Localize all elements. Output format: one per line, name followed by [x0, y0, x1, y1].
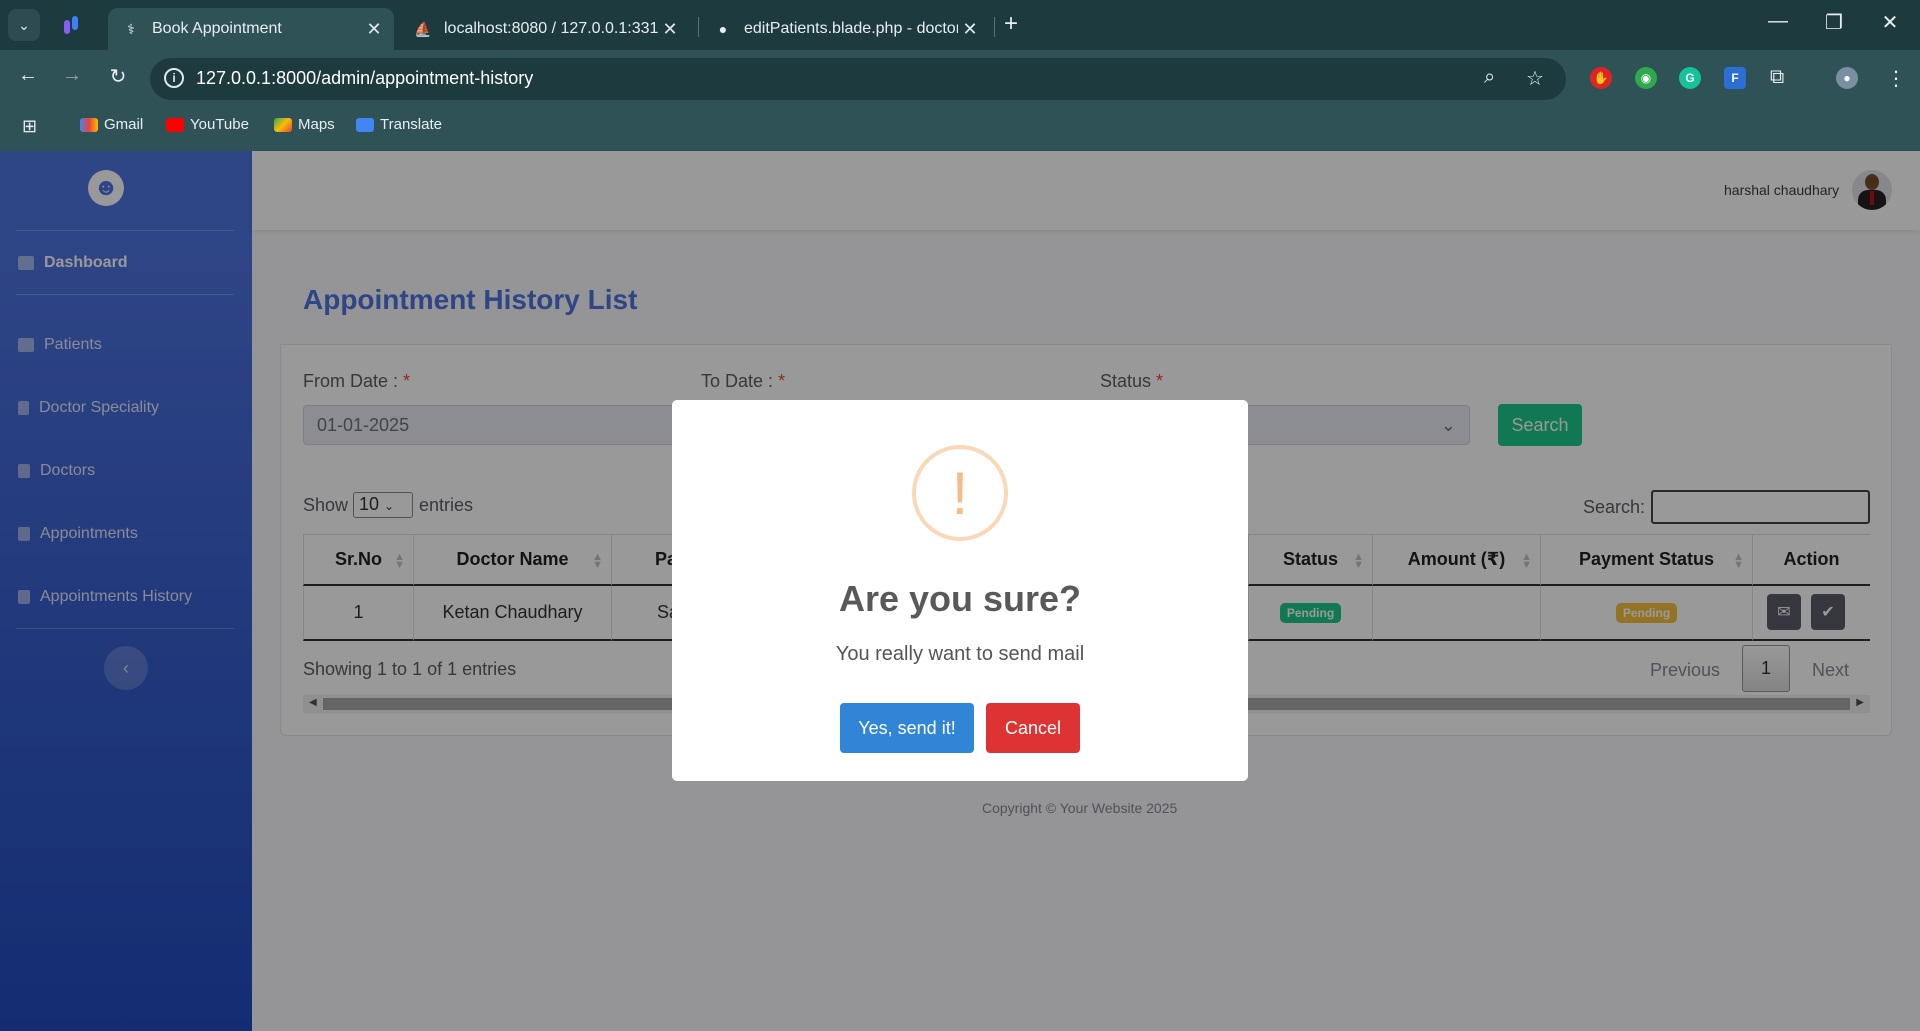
- star-bookmark-icon[interactable]: ☆: [1526, 66, 1544, 91]
- chevron-down-icon: ⌄: [18, 16, 30, 33]
- bookmark-label: Translate: [380, 116, 442, 133]
- dialog-text: You really want to send mail: [835, 643, 1085, 665]
- adblock-extension-icon[interactable]: ✋: [1590, 67, 1612, 89]
- exclamation-icon: !: [912, 445, 1008, 541]
- tab-edit-patients[interactable]: ● editPatients.blade.php - doctor ✕: [700, 8, 990, 50]
- bookmark-youtube[interactable]: YouTube: [166, 116, 249, 133]
- close-icon[interactable]: ✕: [658, 19, 682, 40]
- site-info-icon[interactable]: i: [164, 68, 184, 88]
- bookmark-gmail[interactable]: Gmail: [80, 116, 143, 133]
- bookmark-label: Gmail: [104, 116, 144, 133]
- window-close-icon[interactable]: ✕: [1870, 10, 1910, 35]
- tab-title: localhost:8080 / 127.0.0.1:3310: [444, 20, 658, 37]
- doctor-favicon-icon: ⚕: [127, 20, 135, 37]
- forward-arrow-icon[interactable]: →: [58, 64, 86, 87]
- grammarly-extension-icon[interactable]: G: [1679, 67, 1701, 89]
- tab-search-dropdown[interactable]: ⌄: [8, 9, 40, 41]
- dialog-title: Are you sure?: [838, 578, 1082, 619]
- tab-title: editPatients.blade.php - doctor: [744, 20, 958, 37]
- bookmark-label: Maps: [298, 116, 335, 133]
- youtube-icon: [166, 117, 184, 132]
- new-tab-plus-icon[interactable]: +: [1004, 12, 1018, 36]
- tab-title: Book Appointment: [152, 20, 282, 37]
- github-favicon-icon: ●: [718, 21, 728, 37]
- url-text[interactable]: 127.0.0.1:8000/admin/appointment-history: [196, 68, 533, 89]
- bookmark-translate[interactable]: Translate: [356, 116, 442, 133]
- back-arrow-icon[interactable]: ←: [14, 64, 42, 87]
- tab-book-appointment[interactable]: ⚕ Book Appointment ✕: [108, 8, 394, 50]
- cancel-button[interactable]: Cancel: [986, 703, 1080, 753]
- gmail-icon: [80, 117, 98, 132]
- reload-icon[interactable]: ↻: [104, 64, 132, 89]
- minimize-icon[interactable]: —: [1758, 10, 1798, 33]
- bookmark-maps[interactable]: Maps: [274, 116, 335, 133]
- extensions-puzzle-icon[interactable]: ⧉: [1770, 66, 1784, 89]
- tab-phpmyadmin[interactable]: ⛵ localhost:8080 / 127.0.0.1:3310 ✕: [400, 8, 690, 50]
- apps-grid-icon[interactable]: ⊞: [22, 116, 37, 137]
- profile-avatar-icon[interactable]: ●: [1836, 67, 1858, 89]
- zoom-icon[interactable]: ⌕: [1484, 66, 1495, 89]
- maps-icon: [274, 117, 292, 132]
- tab-separator: [994, 17, 995, 37]
- app-logo-icon[interactable]: [62, 14, 82, 36]
- close-icon[interactable]: ✕: [958, 19, 982, 40]
- green-extension-icon[interactable]: ◉: [1635, 67, 1657, 89]
- browser-menu-icon[interactable]: ⋮: [1886, 66, 1906, 91]
- close-icon[interactable]: ✕: [362, 19, 386, 40]
- restore-icon[interactable]: ❐: [1814, 10, 1854, 35]
- confirm-send-button[interactable]: Yes, send it!: [840, 703, 974, 753]
- tab-separator: [698, 17, 699, 37]
- translate-icon: [356, 117, 374, 132]
- bookmark-label: YouTube: [190, 116, 249, 133]
- translate-extension-icon[interactable]: F: [1724, 67, 1746, 89]
- phpmyadmin-favicon-icon: ⛵: [414, 20, 432, 37]
